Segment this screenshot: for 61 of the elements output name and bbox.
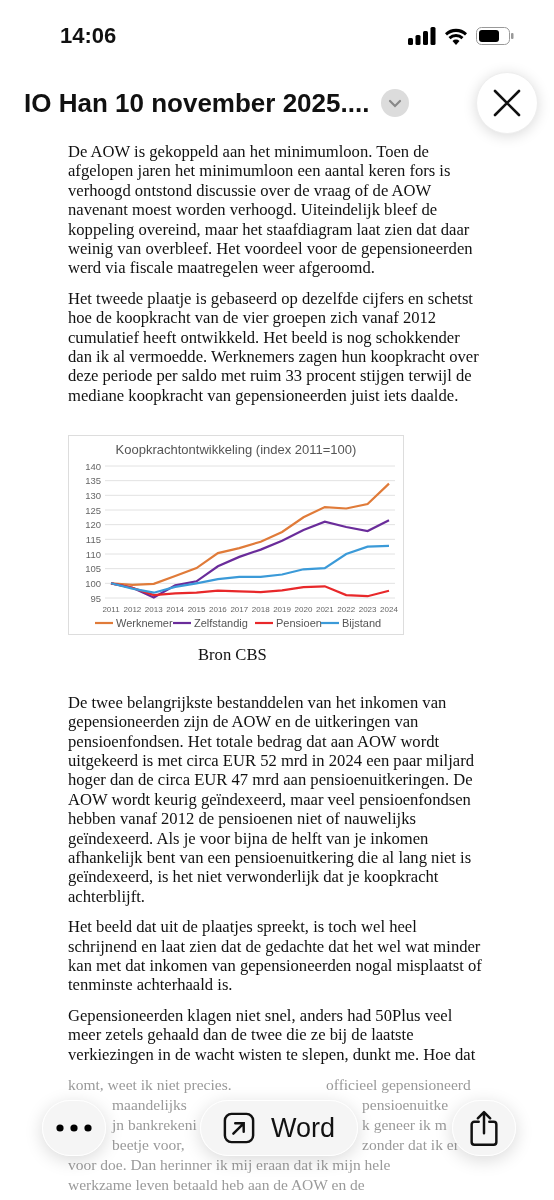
y-tick-label: 110 (85, 548, 101, 560)
faded-text: zonder dat ik er (362, 1135, 459, 1155)
faded-text: pensioenuitke (362, 1095, 449, 1115)
legend-item: Pensioen (255, 617, 322, 630)
x-tick-label: 2020 (294, 605, 313, 615)
battery-icon (476, 27, 514, 45)
close-button[interactable] (476, 72, 538, 134)
x-tick-label: 2013 (144, 605, 163, 615)
paragraph: De AOW is gekoppeld aan het minimumloon. Toen de afgelopen jaren het minimumloon een aantal keren fors is verhoogd ontstond discussie over de vraag of de AOW navenant moest worden verhoogd. Uiteindelijk bleef de koppeling overeind, maar het staafdiagram laat zien dat daar weinig van overbleef. Het voordeel voor de gepensioneerden werd via fiscale maatregelen weer afgeroomd. (68, 142, 474, 278)
legend-item: Werknemer (95, 617, 173, 630)
paragraph: Gepensioneerden klagen niet snel, anders had 50Plus veel meer zetels gehaald dan de twee die ze bij de laatste verkiezingen in de wacht wisten te slepen, dunkt me. Hoe dat (68, 1005, 477, 1064)
more-icon (56, 1124, 92, 1132)
x-tick-label: 2016 (209, 605, 227, 615)
x-tick-label: 2012 (123, 605, 142, 615)
x-tick-label: 2019 (273, 605, 291, 615)
x-tick-label: 2023 (358, 605, 377, 615)
share-icon (469, 1109, 499, 1147)
y-tick-label: 115 (85, 534, 101, 546)
faded-text: jn bankrekeni (112, 1115, 197, 1135)
legend-label: Pensioen (276, 617, 322, 630)
x-tick-label: 2017 (230, 605, 249, 615)
y-tick-label: 100 (85, 578, 101, 590)
wifi-icon (444, 27, 468, 45)
y-tick-label: 130 (85, 490, 101, 502)
faded-text: maandelijks (112, 1095, 187, 1115)
x-tick-label: 2024 (380, 605, 398, 615)
signal-icon (408, 27, 436, 45)
x-tick-label: 2022 (337, 605, 356, 615)
chart-title: Koopkrachtontwikkeling (index 2011=100) (115, 442, 357, 458)
x-tick-label: 2011 (102, 605, 120, 615)
legend-label: Zelfstandig (194, 617, 248, 630)
y-tick-label: 95 (90, 592, 101, 604)
x-tick-label: 2014 (166, 605, 185, 615)
y-tick-label: 105 (85, 563, 101, 575)
chevron-icon (388, 98, 403, 108)
faded-text: k geneer ik m (362, 1115, 447, 1135)
status-time: 14:06 (60, 23, 117, 49)
x-tick-label: 2015 (187, 605, 206, 615)
faded-text: werkzame leven betaald heb aan de AOW en de (68, 1175, 365, 1195)
y-tick-label: 135 (85, 475, 101, 487)
legend-item: Zelfstandig (173, 617, 248, 630)
paragraph: De twee belangrijkste bestanddelen van het inkomen van gepensioneerden zijn de AOW en de uitkeringen van pensioenfondsen. Het totale bedrag dat aan AOW wordt uitgekeerd is met circa EUR 52 mrd in 2024 een paar miljard hoger dan de circa EUR 47 mrd aan pensioenuitkeringen. De AOW wordt keurig geïndexeerd, maar veel pensioenfondsen hebben vanaf 2012 de pensioenen niet of nauwelijks geïndexeerd. Als je voor bijna de helft van je inkomen afhankelijk bent van een pensioenuitkering die al lang niet is geïndexeerd, is het niet verwonderlijk dat je koopkracht achterblijft. (68, 692, 475, 907)
faded-text: officieel gepensioneerd (326, 1075, 471, 1095)
y-tick-label: 120 (85, 519, 101, 531)
paragraph: Het beeld dat uit de plaatjes spreekt, is toch wel heel schrijnend en laat zien dat de gedachte dat het wel wat minder kan met dat inkomen van gepensioneerden nogal misplaatst of tenminste achterhaald is. (68, 917, 483, 995)
document-title: IO Han 10 november 2025.... (24, 87, 370, 119)
faded-text: voor doe. Dan herinner ik mij eraan dat ik mijn hele (68, 1155, 391, 1175)
close-icon (492, 88, 522, 118)
legend-label: Werknemer (116, 617, 173, 630)
y-tick-label: 125 (85, 504, 101, 516)
title-menu-button[interactable] (381, 89, 410, 117)
figure-caption: Bron CBS (198, 645, 267, 665)
open-in-word-button[interactable]: Word (200, 1100, 358, 1156)
x-tick-label: 2021 (315, 605, 334, 615)
legend-label: Bijstand (342, 617, 382, 630)
legend-item: Bijstand (321, 617, 382, 630)
paragraph: Het tweede plaatje is gebaseerd op dezelfde cijfers en schetst hoe de koopkracht van de vier groepen zich vanaf 2012 cumulatief heeft ontwikkeld. Het beeld is nog schokkender dan ik al vermoedde. Werknemers zagen hun koopkracht over deze periode per saldo met ruim 33 procent stijgen terwijl de mediane koopkracht van gepensioneerden juist iets daalde. (68, 288, 480, 406)
faded-text: komt, weet ik niet precies. (68, 1075, 232, 1095)
y-tick-label: 140 (85, 460, 101, 472)
x-tick-label: 2018 (251, 605, 270, 615)
faded-text: beetje voor, (112, 1135, 185, 1155)
